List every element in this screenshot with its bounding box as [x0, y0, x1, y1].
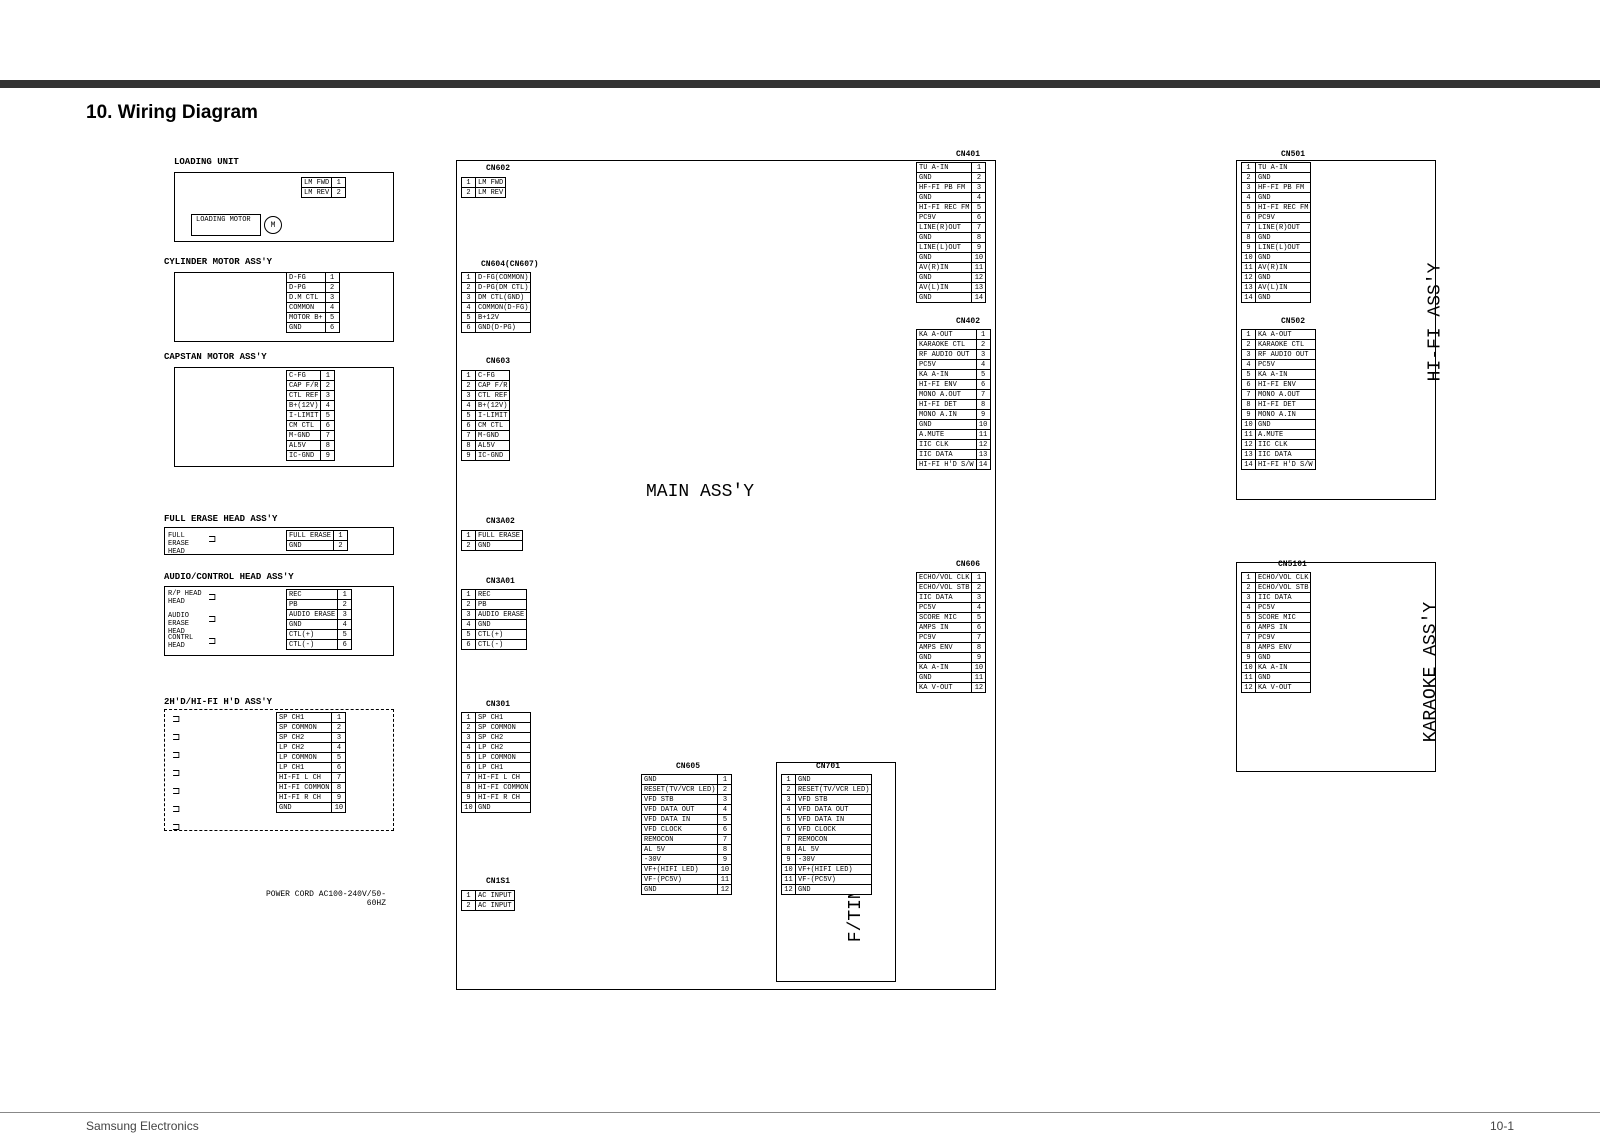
head-icon: ⊐: [208, 636, 216, 648]
cn701-pins: 1GND2RESET(TV/VCR LED)3VFD STB4VFD DATA …: [781, 774, 872, 895]
cn603-left-pins: C-FG1CAP F/R2CTL REF3B+(12V)4I-LIMIT5CM …: [286, 370, 335, 461]
cn606-pins: ECHO/VOL CLK1ECHO/VOL STB2IIC DATA3PC5V4…: [916, 572, 986, 693]
top-bar: [0, 0, 1600, 88]
cn603-right-pins: 1C-FG2CAP F/R3CTL REF4B+(12V)5I-LIMIT6CM…: [461, 370, 510, 461]
cn402-pins: KA A-OUT1KARAOKE CTL2RF AUDIO OUT3PC5V4K…: [916, 329, 991, 470]
cn301-label: CN301: [486, 700, 510, 709]
motor-icon: M: [264, 216, 282, 234]
cn501-label: CN501: [1281, 150, 1305, 159]
cn1s1-label: CN1S1: [486, 877, 510, 886]
cn606-label: CN606: [956, 560, 980, 569]
main-assy-label: MAIN ASS'Y: [646, 482, 754, 502]
cn402-label: CN402: [956, 317, 980, 326]
cn502-label: CN502: [1281, 317, 1305, 326]
cn401-pins: TU A-IN1GND2HF-FI PB FM3GND4HI-FI REC FM…: [916, 162, 986, 303]
cn605-pins: GND1RESET(TV/VCR LED)2VFD STB3VFD DATA O…: [641, 774, 732, 895]
control-head-label: CONTRL HEAD: [168, 634, 208, 650]
wiring-diagram: MAIN ASS'Y F/TIMER ASS'Y HI-FI ASS'Y KAR…: [86, 142, 1506, 1032]
cn5101-label: CN5101: [1278, 560, 1307, 569]
hifi-hd-label: 2H'D/HI-FI H'D ASS'Y: [164, 697, 272, 707]
cn3a02-left-pins: FULL ERASE1GND2: [286, 530, 348, 551]
full-erase-head-label: FULL ERASE HEAD: [168, 532, 202, 556]
footer-right: 10-1: [1490, 1113, 1514, 1133]
page-footer: Samsung Electronics 10-1: [0, 1112, 1600, 1133]
cn3a01-label: CN3A01: [486, 577, 515, 586]
cn603-label: CN603: [486, 357, 510, 366]
cn501-pins: 1TU A-IN2GND3HF-FI PB FM4GND5HI-FI REC F…: [1241, 162, 1311, 303]
cn1s1-right-pins: 1AC INPUT2AC INPUT: [461, 890, 515, 911]
head-icon: ⊐: [172, 822, 180, 834]
head-icon: ⊐: [172, 768, 180, 780]
loading-unit-label: LOADING UNIT: [174, 157, 239, 167]
cn604-right-pins: 1D-FG(COMMON)2D-PG(DM CTL)3DM CTL(GND)4C…: [461, 272, 531, 333]
rp-head-label: R/P HEAD HEAD: [168, 590, 208, 606]
cn602-label: CN602: [486, 164, 510, 173]
cn605-label: CN605: [676, 762, 700, 771]
footer-left: Samsung Electronics: [86, 1113, 199, 1133]
full-erase-label: FULL ERASE HEAD ASS'Y: [164, 514, 277, 524]
capstan-motor-box: [174, 367, 394, 467]
head-icon: ⊐: [172, 786, 180, 798]
cn301-right-pins: 1SP CH12SP COMMON3SP CH24LP CH25LP COMMO…: [461, 712, 531, 813]
head-icon: ⊐: [208, 614, 216, 626]
cn3a02-label: CN3A02: [486, 517, 515, 526]
head-icon: ⊐: [172, 714, 180, 726]
capstan-motor-label: CAPSTAN MOTOR ASS'Y: [164, 352, 267, 362]
audio-control-label: AUDIO/CONTROL HEAD ASS'Y: [164, 572, 294, 582]
head-icon: ⊐: [172, 750, 180, 762]
head-icon: ⊐: [208, 592, 216, 604]
head-icon: ⊐: [172, 804, 180, 816]
cn604-left-pins: D-FG1D-PG2D.M CTL3COMMON4MOTOR B+5GND6: [286, 272, 340, 333]
page-title: 10. Wiring Diagram: [86, 102, 1514, 124]
page-content: 10. Wiring Diagram MAIN ASS'Y F/TIMER AS…: [0, 88, 1600, 1072]
audio-erase-label: AUDIO ERASE HEAD: [168, 612, 208, 636]
cn3a01-left-pins: REC1PB2AUDIO ERASE3GND4CTL(+)5CTL(-)6: [286, 589, 352, 650]
cn3a01-right-pins: 1REC2PB3AUDIO ERASE4GND5CTL(+)6CTL(-): [461, 589, 527, 650]
cn5101-pins: 1ECHO/VOL CLK2ECHO/VOL STB3IIC DATA4PC5V…: [1241, 572, 1311, 693]
cn604-label: CN604(CN607): [481, 260, 539, 269]
cn3a02-right-pins: 1FULL ERASE2GND: [461, 530, 523, 551]
karaoke-assy-label: KARAOKE ASS'Y: [1421, 602, 1441, 742]
hifi-assy-label: HI-FI ASS'Y: [1425, 263, 1445, 382]
cylinder-motor-box: [174, 272, 394, 342]
cn502-pins: 1KA A-OUT2KARAOKE CTL3RF AUDIO OUT4PC5V5…: [1241, 329, 1316, 470]
cn602-left-pins: LM FWD1LM REV2: [301, 177, 346, 198]
cylinder-motor-label: CYLINDER MOTOR ASS'Y: [164, 257, 272, 267]
loading-motor-label: LOADING MOTOR: [196, 216, 251, 224]
cn602-right-pins: 1LM FWD2LM REV: [461, 177, 506, 198]
head-icon: ⊐: [208, 534, 216, 546]
cn701-label: CN701: [816, 762, 840, 771]
power-cord-label: POWER CORD AC100-240V/50-60HZ: [256, 890, 386, 908]
head-icon: ⊐: [172, 732, 180, 744]
cn401-label: CN401: [956, 150, 980, 159]
cn301-left-pins: SP CH11SP COMMON2SP CH23LP CH24LP COMMON…: [276, 712, 346, 813]
